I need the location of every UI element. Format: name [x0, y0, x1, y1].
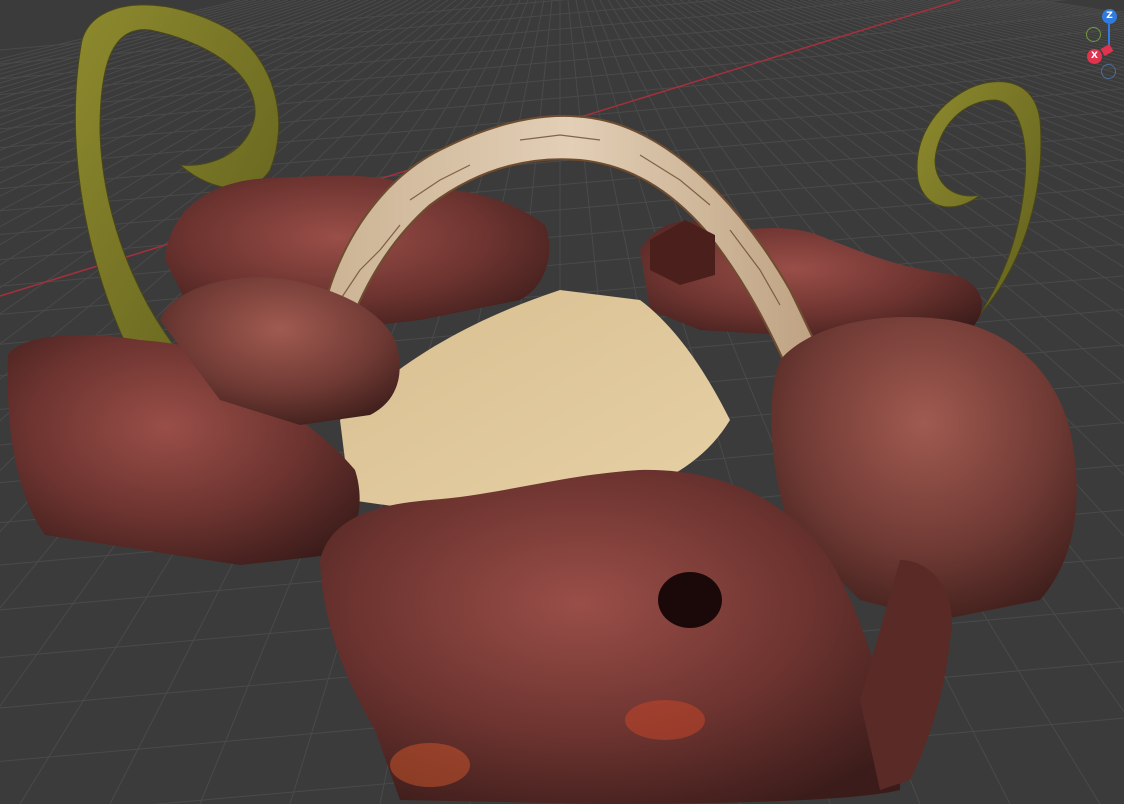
rock-glow-left — [390, 743, 470, 787]
rock-glow — [625, 700, 705, 740]
rock-hole — [658, 572, 722, 628]
axis-y-neg-icon[interactable] — [1086, 27, 1101, 42]
axis-x-icon[interactable]: X — [1087, 49, 1102, 64]
navigation-gizmo[interactable]: Z X — [1068, 0, 1124, 84]
axis-z-icon[interactable]: Z — [1102, 9, 1117, 24]
3d-viewport[interactable]: Z X — [0, 0, 1124, 804]
gizmo-x-stem — [1100, 44, 1114, 56]
viewport-scene — [0, 0, 1124, 804]
axis-x-neg-icon[interactable] — [1101, 64, 1116, 79]
